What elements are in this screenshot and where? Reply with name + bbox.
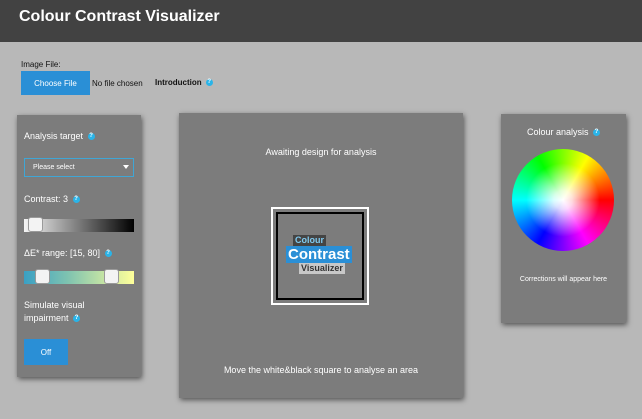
help-icon[interactable]: ? (87, 133, 95, 141)
contrast-label: Contrast: 3 ? (24, 194, 80, 204)
contrast-slider[interactable] (24, 217, 134, 232)
choose-file-button[interactable]: Choose File (21, 71, 90, 95)
introduction-label: Introduction (155, 78, 202, 87)
analysis-target-select[interactable]: Please select (24, 158, 134, 177)
select-value: Please select (33, 164, 75, 171)
caret-down-icon (123, 165, 129, 169)
colour-analysis-title: Colour analysis ? (501, 127, 626, 137)
contrast-slider-thumb[interactable] (28, 217, 43, 232)
corrections-text: Corrections will appear here (519, 276, 608, 283)
simulate-line-2: impairment ? (24, 312, 85, 325)
simulate-line-1: Simulate visual (24, 300, 85, 310)
controls-panel: Analysis target ? Please select Contrast… (17, 115, 141, 377)
help-icon[interactable]: ? (72, 196, 80, 204)
app-title: Colour Contrast Visualizer (19, 8, 220, 25)
image-file-label: Image File: (21, 60, 61, 69)
logo-word-colour: Colour (293, 235, 326, 246)
help-icon[interactable]: ? (205, 79, 213, 86)
delta-e-max-thumb[interactable] (104, 269, 119, 284)
delta-e-text: ΔE* range: [15, 80] (24, 248, 101, 258)
logo-word-contrast: Contrast (286, 246, 352, 263)
design-panel: Awaiting design for analysis Colour Cont… (179, 113, 463, 398)
help-icon[interactable]: ? (593, 129, 601, 137)
impairment-toggle-button[interactable]: Off (24, 339, 68, 365)
analysis-target-text: Analysis target (24, 131, 84, 141)
awaiting-status: Awaiting design for analysis (265, 147, 377, 157)
help-icon[interactable]: ? (104, 250, 112, 258)
colour-wheel (512, 149, 614, 251)
file-status: No file chosen (92, 79, 143, 88)
analysis-target-label: Analysis target ? (24, 131, 95, 141)
delta-e-label: ΔE* range: [15, 80] ? (24, 248, 112, 258)
contrast-text: Contrast: 3 (24, 194, 69, 204)
logo-word-visualizer: Visualizer (299, 263, 345, 274)
delta-e-min-thumb[interactable] (35, 269, 50, 284)
colour-analysis-panel: Colour analysis ? Corrections will appea… (501, 114, 626, 323)
instruction-text: Move the white&black square to analyse a… (223, 365, 419, 375)
help-icon[interactable]: ? (73, 315, 81, 323)
colour-analysis-text: Colour analysis (526, 127, 589, 137)
delta-e-range-slider[interactable] (24, 269, 134, 284)
simulate-line-2-text: impairment (24, 313, 69, 323)
simulate-impairment-label: Simulate visual impairment ? (24, 299, 85, 325)
introduction-link[interactable]: Introduction ? (155, 78, 213, 87)
analysis-square-handle[interactable]: Colour Contrast Visualizer (271, 207, 369, 305)
top-bar: Colour Contrast Visualizer (0, 0, 642, 42)
